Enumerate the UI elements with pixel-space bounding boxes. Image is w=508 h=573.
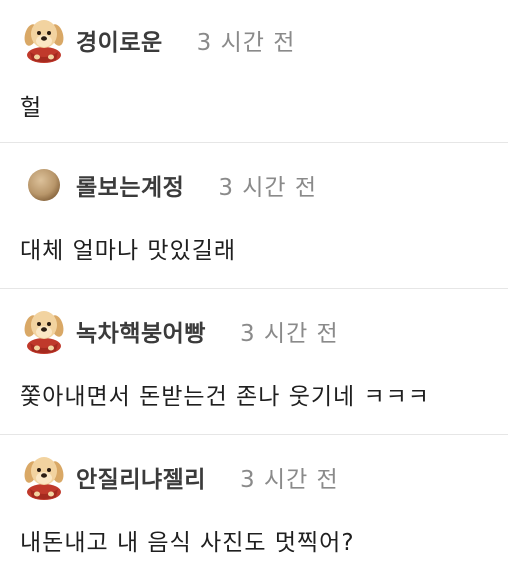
- comment-list: 경이로운 3 시간 전 헐 롤보는계정 3 시간 전 대체 얼마나 맛있길래 녹…: [0, 0, 508, 573]
- comment-item: 안질리냐젤리 3 시간 전 내돈내고 내 음식 사진도 멋찍어?: [0, 435, 508, 573]
- comment-author[interactable]: 녹차핵붕어빵: [76, 314, 206, 348]
- comment-header: 안질리냐젤리 3 시간 전: [20, 453, 339, 501]
- comment-header: 경이로운 3 시간 전: [20, 16, 295, 64]
- comment-text: 대체 얼마나 맛있길래: [20, 238, 237, 264]
- puppy-icon[interactable]: [20, 307, 68, 355]
- comment-text: 쫓아내면서 돈받는건 존나 웃기네 ㅋㅋㅋ: [20, 384, 430, 410]
- comment-timestamp: 3 시간 전: [239, 321, 339, 347]
- puppy-icon[interactable]: [20, 453, 68, 501]
- comment-item: 경이로운 3 시간 전 헐: [0, 0, 508, 143]
- comment-header: 롤보는계정 3 시간 전: [20, 161, 317, 209]
- comment-header: 녹차핵붕어빵 3 시간 전: [20, 307, 339, 355]
- puppy-icon[interactable]: [20, 16, 68, 64]
- comment-item: 롤보는계정 3 시간 전 대체 얼마나 맛있길래: [0, 143, 508, 289]
- comment-item: 녹차핵붕어빵 3 시간 전 쫓아내면서 돈받는건 존나 웃기네 ㅋㅋㅋ: [0, 289, 508, 435]
- comment-author[interactable]: 롤보는계정: [76, 168, 184, 202]
- comment-timestamp: 3 시간 전: [218, 175, 318, 201]
- comment-text: 내돈내고 내 음식 사진도 멋찍어?: [20, 530, 355, 556]
- comment-timestamp: 3 시간 전: [239, 467, 339, 493]
- comment-text: 헐: [20, 95, 43, 121]
- comment-author[interactable]: 경이로운: [76, 23, 163, 57]
- comment-author[interactable]: 안질리냐젤리: [76, 460, 206, 494]
- beige-circle-icon[interactable]: [20, 161, 68, 209]
- comment-timestamp: 3 시간 전: [196, 30, 296, 56]
